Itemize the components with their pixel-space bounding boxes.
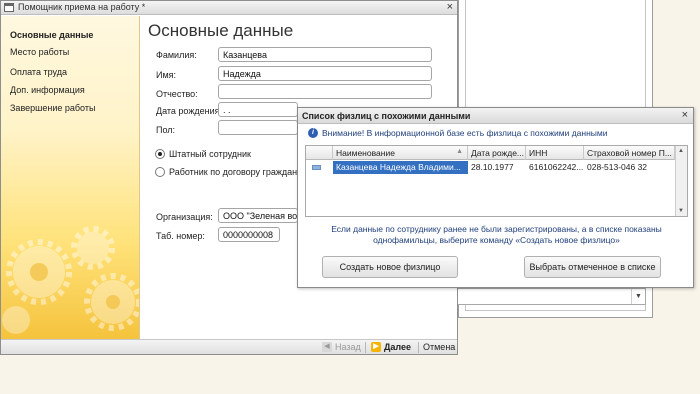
scroll-down-icon[interactable]: ▼ — [678, 208, 684, 214]
dialog-hint-line: Если данные по сотруднику ранее не были … — [331, 224, 662, 234]
column-header-icon — [306, 146, 333, 160]
footer-divider — [418, 342, 419, 353]
back-button-label: Назад — [335, 342, 361, 352]
radio-staff-employee[interactable]: Штатный сотрудник — [155, 149, 251, 159]
next-button-label: Далее — [384, 342, 412, 352]
arrow-left-icon: ◀ — [322, 342, 332, 352]
sex-field[interactable] — [218, 120, 298, 135]
sidebar-item-payment[interactable]: Оплата труда — [10, 67, 67, 77]
gears-decoration-icon — [2, 226, 139, 334]
column-header-inn[interactable]: ИНН — [526, 146, 584, 160]
dialog-title: Список физлиц с похожими данными — [302, 111, 471, 121]
radio-unchecked-icon — [155, 167, 165, 177]
name-label: Имя: — [156, 70, 177, 80]
surname-label: Фамилия: — [156, 50, 197, 60]
cell-name[interactable]: Казанцева Надежда Владими... — [333, 161, 468, 174]
close-icon[interactable]: × — [447, 1, 453, 13]
cell-snils: 028-513-046 32 — [587, 162, 648, 172]
back-button[interactable]: ◀ Назад — [322, 341, 361, 353]
dialog-hint: Если данные по сотруднику ранее не были … — [318, 224, 675, 246]
sex-label: Пол: — [156, 125, 176, 135]
organization-label: Организация: — [156, 212, 213, 222]
window-titlebar: Помощник приема на работу * × — [1, 1, 457, 15]
sidebar-item-workplace[interactable]: Место работы — [10, 47, 69, 57]
radio-contract-worker[interactable]: Работник по договору гражданско — [155, 167, 311, 177]
surname-field[interactable]: Казанцева — [218, 47, 432, 62]
patronymic-label: Отчество: — [156, 89, 198, 99]
page-title: Основные данные — [148, 21, 294, 40]
cell-inn: 6161062242... — [529, 162, 584, 172]
window-title: Помощник приема на работу * — [18, 2, 146, 12]
person-row-icon — [312, 165, 321, 170]
persons-table: Наименование ▲ Дата рожде... ИНН Страхов… — [305, 145, 688, 217]
cancel-button-label: Отмена — [423, 342, 456, 352]
info-icon: i — [308, 128, 318, 138]
sidebar-item-extra-info[interactable]: Доп. информация — [10, 85, 85, 95]
radio-staff-label: Штатный сотрудник — [169, 149, 251, 159]
scroll-up-icon[interactable]: ▲ — [678, 148, 684, 154]
chevron-down-icon[interactable]: ▼ — [631, 289, 645, 304]
dialog-hint-line: однофамильцы, выберите команду «Создать … — [373, 235, 620, 245]
birthdate-label: Дата рождения: — [156, 106, 222, 116]
column-name-label: Наименование — [336, 148, 395, 158]
cancel-button[interactable]: Отмена — [423, 341, 455, 353]
wizard-sidebar: Основные данные Место работы Оплата труд… — [1, 16, 140, 340]
birthdate-field[interactable]: . . — [218, 102, 298, 117]
background-dropdown[interactable]: ▼ — [450, 288, 646, 305]
column-header-snils[interactable]: Страховой номер П... — [584, 146, 675, 160]
organization-field[interactable]: ООО "Зеленая вол — [218, 208, 298, 223]
table-header: Наименование ▲ Дата рожде... ИНН Страхов… — [306, 146, 675, 160]
create-new-person-button[interactable]: Создать новое физлицо — [322, 256, 458, 278]
wizard-footer: ◀ Назад ▶ Далее Отмена — [1, 339, 457, 354]
app-icon — [4, 3, 14, 12]
name-field[interactable]: Надежда — [218, 66, 432, 81]
column-header-name[interactable]: Наименование ▲ — [333, 146, 468, 160]
arrow-right-icon: ▶ — [371, 342, 381, 352]
cell-birthdate: 28.10.1977 — [471, 162, 514, 172]
table-row[interactable]: Казанцева Надежда Владими... 28.10.1977 … — [306, 161, 675, 174]
warning-message: i Внимание! В информационной базе есть ф… — [308, 128, 608, 138]
sidebar-item-main-data[interactable]: Основные данные — [10, 30, 93, 40]
radio-contract-label: Работник по договору гражданско — [169, 167, 311, 177]
select-marked-button[interactable]: Выбрать отмеченное в списке — [524, 256, 661, 278]
row-icon-cell — [306, 161, 333, 174]
footer-divider — [365, 342, 366, 353]
warning-text: Внимание! В информационной базе есть физ… — [322, 128, 608, 138]
dialog-titlebar: Список физлиц с похожими данными × — [298, 108, 693, 124]
sidebar-item-finish[interactable]: Завершение работы — [10, 103, 95, 113]
radio-checked-icon — [155, 149, 165, 159]
patronymic-field[interactable] — [218, 84, 432, 99]
next-button[interactable]: ▶ Далее — [371, 341, 411, 353]
table-scrollbar[interactable]: ▲ ▼ — [675, 146, 687, 216]
close-icon[interactable]: × — [682, 109, 688, 121]
column-header-birthdate[interactable]: Дата рожде... — [468, 146, 526, 160]
tab-number-field[interactable]: 0000000008 — [218, 227, 280, 242]
tab-number-label: Таб. номер: — [156, 231, 205, 241]
similar-persons-dialog: Список физлиц с похожими данными × i Вни… — [297, 107, 694, 288]
sort-ascending-icon[interactable]: ▲ — [456, 148, 463, 155]
